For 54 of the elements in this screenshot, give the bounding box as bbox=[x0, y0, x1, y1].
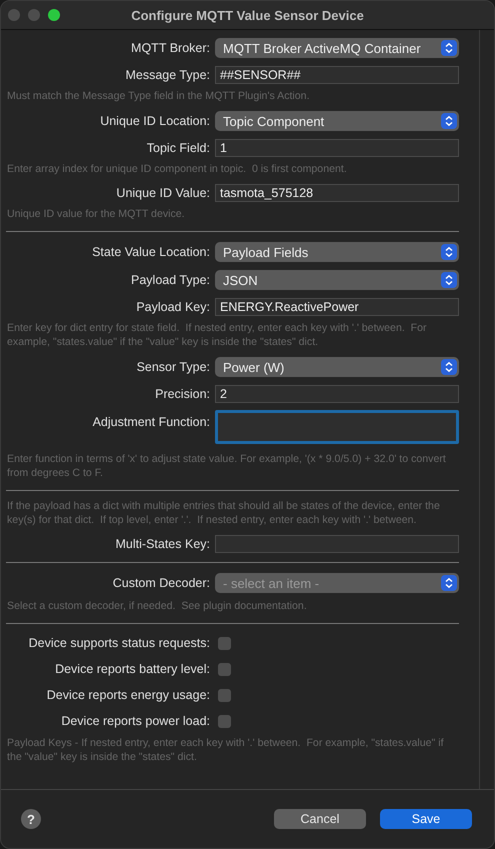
text-field[interactable] bbox=[215, 535, 459, 553]
window-title: Configure MQTT Value Sensor Device bbox=[131, 8, 364, 22]
checkbox[interactable] bbox=[218, 688, 231, 702]
field-label: Adjustment Function: bbox=[92, 414, 211, 429]
help-text: If the payload has a dict with multiple entries that should all be states of the device, enter the key(s) for that dict. If top level, enter '.'. If nested entry, enter each key with '.' between. bbox=[7, 499, 441, 527]
help-text: Payload Keys - If nested entry, enter each key with '.' between. For example, "states.value" if the "value" key is inside the "states" dict. bbox=[7, 736, 445, 764]
help-text: Must match the Message Type field in the MQTT Plugin's Action. bbox=[7, 89, 311, 103]
field-label: Precision: bbox=[154, 387, 211, 401]
save-button[interactable]: Save bbox=[380, 809, 472, 829]
chevron-icon bbox=[441, 272, 457, 288]
checkbox[interactable] bbox=[218, 662, 231, 676]
chevron-icon bbox=[441, 575, 457, 591]
popup-button[interactable]: Payload Fields bbox=[215, 242, 459, 262]
field-label: Topic Field: bbox=[146, 141, 211, 155]
text-field[interactable]: 2 bbox=[215, 385, 459, 403]
help-text: Select a custom decoder, if needed. See plugin documentation. bbox=[7, 599, 308, 613]
zoom-button[interactable] bbox=[48, 9, 60, 21]
text-field[interactable]: 1 bbox=[215, 139, 459, 157]
minimize-button[interactable] bbox=[28, 9, 40, 21]
text-field[interactable]: ENERGY.ReactivePower bbox=[215, 298, 459, 316]
field-label: Payload Type: bbox=[130, 273, 211, 287]
help-text: Unique ID value for the MQTT device. bbox=[7, 207, 186, 221]
popup-button[interactable]: JSON bbox=[215, 270, 459, 290]
field-label: State Value Location: bbox=[91, 245, 211, 259]
help-text: Enter key for dict entry for state field. If nested entry, enter each key with '.' between. For example, "states.value" if the "value" key is inside the "states" dict. bbox=[7, 321, 428, 349]
field-label: MQTT Broker: bbox=[130, 41, 211, 55]
help-text: Enter function in terms of 'x' to adjust state value. For example, '(x * 9.0/5.0) + 32.0' to convert from degrees C to F. bbox=[7, 452, 447, 480]
checkbox-label: Device reports battery level: bbox=[54, 662, 211, 676]
field-label: Message Type: bbox=[124, 68, 211, 82]
cancel-button[interactable]: Cancel bbox=[274, 809, 366, 829]
close-button[interactable] bbox=[8, 9, 20, 21]
checkbox[interactable] bbox=[218, 636, 231, 650]
chevron-icon bbox=[441, 244, 457, 260]
chevron-icon bbox=[441, 113, 457, 129]
text-field[interactable]: ##SENSOR## bbox=[215, 66, 459, 84]
field-label: Custom Decoder: bbox=[112, 576, 211, 590]
checkbox-label: Device reports power load: bbox=[60, 714, 211, 728]
checkbox[interactable] bbox=[218, 714, 231, 728]
text-field[interactable]: tasmota_575128 bbox=[215, 184, 459, 202]
text-area[interactable] bbox=[215, 410, 459, 444]
field-label: Sensor Type: bbox=[136, 360, 211, 374]
chevron-icon bbox=[441, 359, 457, 375]
popup-button[interactable]: Power (W) bbox=[215, 357, 459, 377]
checkbox-label: Device supports status requests: bbox=[28, 636, 211, 650]
field-label: Multi-States Key: bbox=[114, 537, 211, 551]
field-label: Unique ID Location: bbox=[99, 114, 211, 128]
help-text: Enter array index for unique ID component in topic. 0 is first component. bbox=[7, 162, 348, 176]
help-button[interactable]: ? bbox=[21, 809, 41, 829]
chevron-icon bbox=[441, 40, 457, 56]
field-label: Unique ID Value: bbox=[115, 186, 211, 200]
field-label: Payload Key: bbox=[135, 300, 211, 314]
popup-button[interactable]: MQTT Broker ActiveMQ Container bbox=[215, 38, 459, 58]
checkbox-label: Device reports energy usage: bbox=[46, 688, 211, 702]
popup-button[interactable]: Topic Component bbox=[215, 111, 459, 131]
